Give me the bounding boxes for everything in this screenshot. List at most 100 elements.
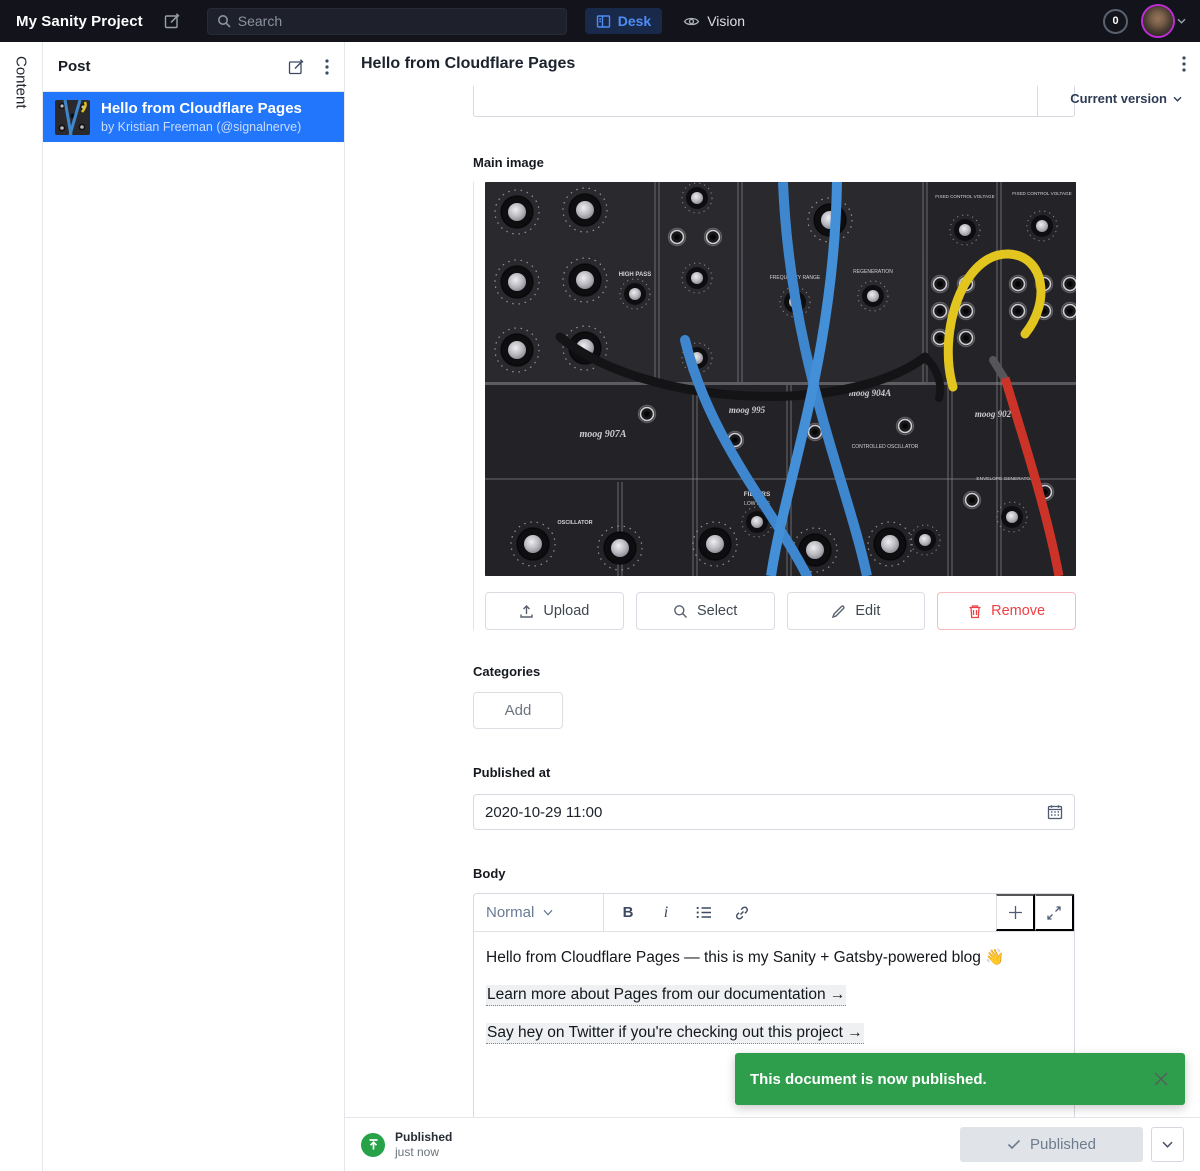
publish-status-time: just now [395, 1145, 440, 1159]
new-document-icon[interactable] [163, 12, 181, 30]
sidebar-tab-content[interactable]: Content [0, 42, 43, 1171]
photo-label: ENVELOPE GENERATOR [976, 476, 1034, 482]
upload-button[interactable]: Upload [485, 592, 624, 630]
upload-icon [519, 604, 534, 619]
list-item[interactable]: Hello from Cloudflare Pages by Kristian … [43, 92, 344, 142]
expand-editor-icon[interactable] [1035, 894, 1074, 931]
document-panel: Hello from Cloudflare Pages Current vers… [345, 42, 1200, 1171]
body-paragraph: Say hey on Twitter if you're checking ou… [486, 1022, 1062, 1044]
remove-label: Remove [991, 603, 1046, 619]
photo-label: FIXED CONTROL VOLTAGE [935, 194, 994, 199]
search-icon [217, 14, 231, 28]
tab-vision[interactable]: Vision [672, 8, 756, 34]
photo-label: HIGH PASS [619, 272, 652, 278]
list-item-text: Hello from Cloudflare Pages by Kristian … [101, 100, 302, 134]
body-link[interactable]: Learn more about Pages from our document… [486, 985, 847, 1007]
toast-message: This document is now published. [750, 1070, 987, 1088]
body-paragraph: Hello from Cloudflare Pages — this is my… [486, 949, 1005, 966]
project-title: My Sanity Project [16, 12, 143, 30]
body-link[interactable]: Say hey on Twitter if you're checking ou… [486, 1022, 864, 1044]
upload-label: Upload [543, 603, 590, 619]
list-item-subtitle: by Kristian Freeman (@signalnerve) [101, 120, 302, 134]
tasks-badge[interactable]: 0 [1103, 8, 1128, 34]
list-menu-dots-icon[interactable] [325, 58, 329, 75]
post-thumbnail [55, 99, 90, 135]
chevron-down-icon [1173, 96, 1182, 102]
chevron-down-icon [1177, 18, 1186, 24]
editor-toolbar: Normal B i [474, 894, 1074, 932]
photo-label: moog 995 [729, 405, 766, 415]
bold-button[interactable]: B [610, 898, 646, 928]
photo-label: OSCILLATOR [557, 520, 592, 526]
avatar [1143, 6, 1173, 36]
link-icon[interactable] [724, 898, 760, 928]
edit-button[interactable]: Edit [786, 592, 926, 630]
edit-label: Edit [855, 603, 881, 619]
main-image-field: HIGH PASS FREQUENCY RANGE REGENERATION F… [473, 182, 1076, 630]
block-style-value: Normal [486, 904, 535, 921]
app-body: Content Post Hello from Cloudflare Pages… [0, 42, 1200, 1171]
close-icon[interactable] [1152, 1070, 1170, 1088]
tab-vision-label: Vision [707, 13, 746, 29]
publish-toast: This document is now published. [735, 1053, 1185, 1105]
tab-desk-label: Desk [617, 13, 652, 29]
calendar-icon[interactable] [1047, 804, 1063, 820]
content-label: Content [12, 56, 30, 109]
search-input[interactable] [237, 13, 557, 29]
publish-status-label: Published [395, 1130, 453, 1144]
select-button[interactable]: Select [635, 592, 775, 630]
publish-button-label: Published [1030, 1136, 1096, 1153]
image-toolbar: Upload Select Edit Remove [485, 592, 1076, 630]
version-label: Current version [1070, 91, 1167, 106]
publish-status: Published just now [395, 1130, 452, 1159]
document-footer: Published just now Published [345, 1117, 1200, 1171]
published-at-input[interactable] [485, 803, 1039, 821]
add-category-button[interactable]: Add [473, 692, 563, 729]
published-status-icon [361, 1132, 385, 1157]
photo-label: moog 902 [975, 409, 1012, 419]
user-menu[interactable] [1143, 6, 1186, 36]
photo-label: REGENERATION [853, 269, 893, 275]
list-panel-title: Post [58, 58, 91, 75]
photo-label: moog 907A [580, 429, 627, 440]
publish-menu-chevron[interactable] [1151, 1127, 1184, 1162]
photo-label: FIXED CONTROL VOLTAGE [1012, 191, 1071, 196]
eye-icon [683, 15, 700, 28]
insert-block-button[interactable] [996, 894, 1035, 931]
publish-button[interactable]: Published [960, 1127, 1143, 1162]
published-at-field [473, 794, 1075, 830]
published-at-label: Published at [473, 765, 551, 780]
version-selector[interactable]: Current version [1070, 91, 1182, 106]
post-list-header: Post [43, 42, 344, 92]
chevron-down-icon [543, 909, 592, 916]
pencil-icon [831, 604, 846, 619]
trash-icon [968, 604, 982, 619]
document-title: Hello from Cloudflare Pages [361, 55, 576, 72]
remove-button[interactable]: Remove [937, 592, 1076, 630]
main-image-preview: HIGH PASS FREQUENCY RANGE REGENERATION F… [485, 182, 1076, 576]
tab-desk[interactable]: Desk [584, 8, 663, 34]
body-label: Body [473, 866, 506, 881]
check-icon [1007, 1139, 1021, 1150]
slug-input[interactable] [473, 86, 1075, 117]
main-image-label: Main image [473, 155, 544, 170]
select-label: Select [696, 603, 738, 619]
categories-label: Categories [473, 664, 541, 679]
document-menu-dots-icon[interactable] [1182, 56, 1186, 72]
sanity-studio: My Sanity Project Desk [0, 0, 1200, 1171]
italic-button[interactable]: i [648, 898, 684, 928]
list-item-title: Hello from Cloudflare Pages [101, 100, 302, 117]
post-list-panel: Post Hello from Cloudflare Pages by Kris… [43, 42, 345, 1171]
document-header: Hello from Cloudflare Pages [345, 42, 1200, 86]
desk-icon [596, 14, 611, 29]
slug-generate-button[interactable] [1037, 86, 1074, 116]
create-post-icon[interactable] [287, 58, 305, 76]
document-form: Main image HIGH PASS FREQUENCY RANGE REG… [345, 86, 1200, 1117]
photo-label: CONTROLLED OSCILLATOR [852, 444, 919, 450]
search-box [206, 7, 567, 35]
bullet-list-icon[interactable] [686, 898, 722, 928]
body-paragraph: Learn more about Pages from our document… [486, 984, 1062, 1007]
topbar: My Sanity Project Desk [0, 0, 1200, 42]
block-style-select[interactable]: Normal [474, 894, 604, 931]
format-buttons: B i [604, 894, 996, 931]
